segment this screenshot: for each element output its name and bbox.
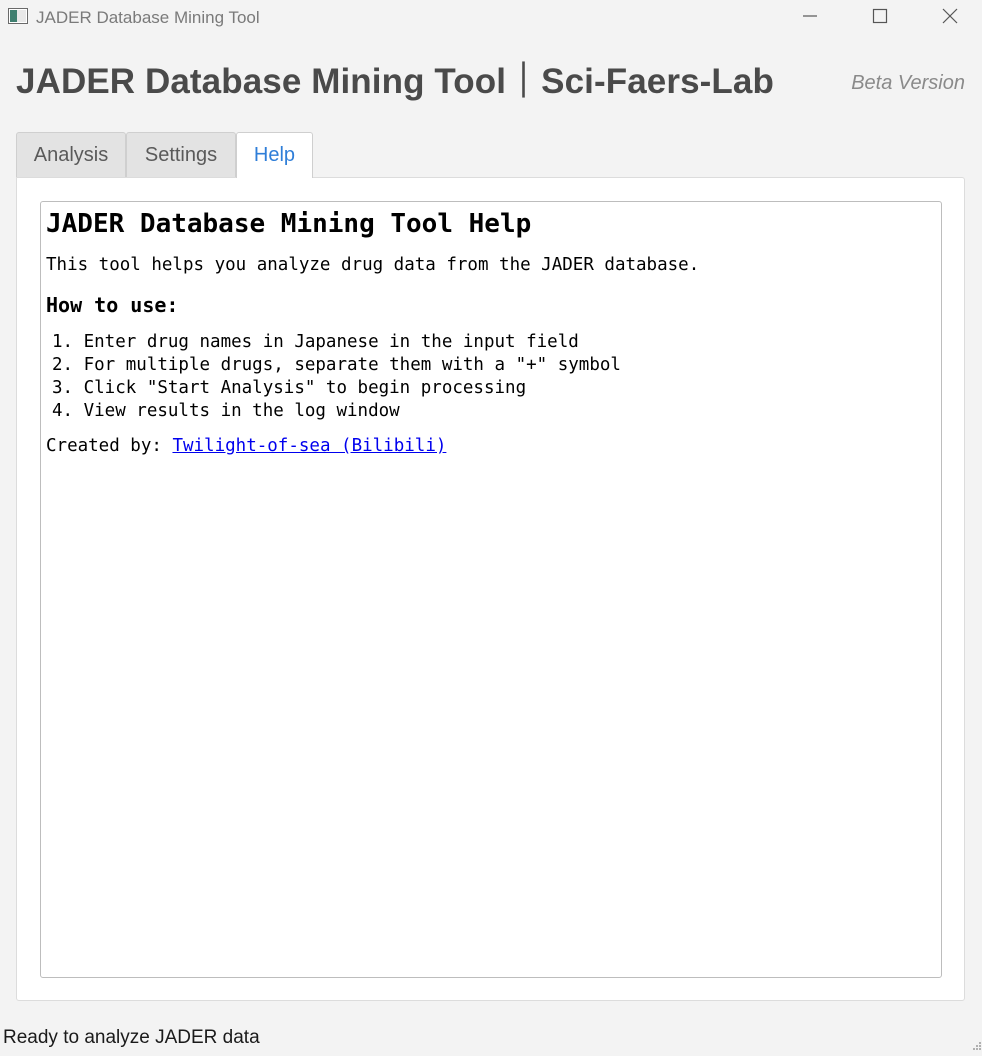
window-title: JADER Database Mining Tool	[36, 8, 260, 27]
list-item: 4. View results in the log window	[52, 401, 400, 421]
tab-label: Analysis	[33, 143, 109, 166]
close-icon	[942, 8, 958, 29]
list-item: 1. Enter drug names in Japanese in the i…	[52, 332, 579, 352]
resize-grip-icon[interactable]	[970, 1038, 982, 1050]
steps-list: 1. Enter drug names in Japanese in the i…	[52, 331, 621, 423]
tab-label: Settings	[144, 143, 218, 166]
help-title: JADER Database Mining Tool Help	[46, 209, 532, 239]
created-by-label: Created by:	[46, 436, 162, 456]
app-header-title: JADER Database Mining Tool｜Sci-Faers-Lab	[16, 62, 774, 101]
list-item: 3. Click "Start Analysis" to begin proce…	[52, 378, 527, 398]
tab-label: Help	[253, 144, 296, 166]
tab-help[interactable]: Help	[236, 132, 313, 178]
minimize-button[interactable]	[780, 0, 840, 36]
list-item: 2. For multiple drugs, separate them wit…	[52, 355, 621, 375]
tab-analysis[interactable]: Analysis	[16, 132, 126, 177]
beta-version-label: Beta Version	[851, 72, 965, 94]
minimize-icon	[802, 8, 818, 29]
created-by: Created by: Twilight-of-sea (Bilibili)	[46, 435, 446, 457]
tab-settings[interactable]: Settings	[126, 132, 236, 177]
title-bar[interactable]: JADER Database Mining Tool	[0, 0, 982, 36]
maximize-button[interactable]	[850, 0, 910, 36]
author-link[interactable]: Twilight-of-sea (Bilibili)	[172, 436, 446, 456]
close-button[interactable]	[920, 0, 980, 36]
maximize-icon	[872, 8, 888, 29]
status-bar-text: Ready to analyze JADER data	[3, 1027, 260, 1048]
help-text-area[interactable]: JADER Database Mining Tool Help This too…	[40, 201, 942, 978]
help-intro: This tool helps you analyze drug data fr…	[46, 255, 700, 275]
help-subtitle: How to use:	[46, 293, 179, 317]
help-tab-panel: JADER Database Mining Tool Help This too…	[16, 177, 965, 1001]
app-window-icon	[8, 8, 28, 24]
